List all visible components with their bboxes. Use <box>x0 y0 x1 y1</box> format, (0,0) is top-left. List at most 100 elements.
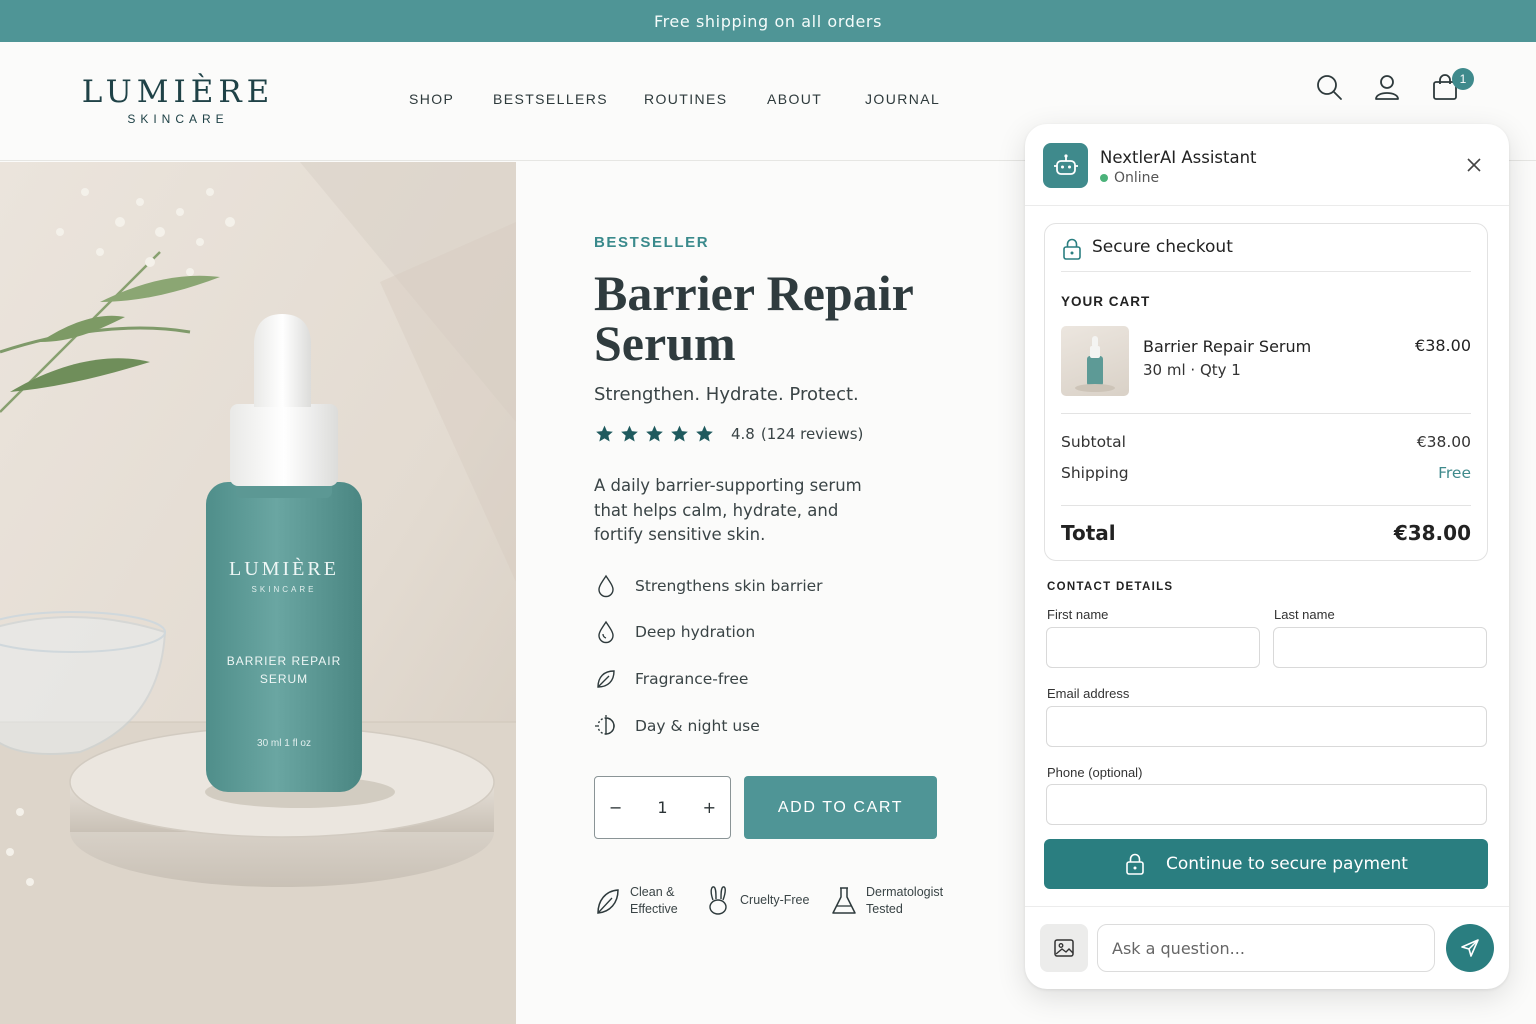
last-name-field[interactable] <box>1273 627 1487 668</box>
brand-logo[interactable]: LUMIÈRE SKINCARE <box>80 74 276 126</box>
continue-to-payment-button[interactable]: Continue to secure payment <box>1044 839 1488 889</box>
trust-label: Clean & Effective <box>630 885 678 916</box>
increase-quantity-button[interactable]: + <box>703 798 716 817</box>
subtotal-label: Subtotal <box>1061 433 1126 451</box>
cart-heading: YOUR CART <box>1061 294 1151 309</box>
phone-field[interactable] <box>1046 784 1487 825</box>
leaf-icon <box>597 670 615 688</box>
cart-count-badge: 1 <box>1452 68 1474 90</box>
feature-label: Deep hydration <box>635 623 756 641</box>
checkout-card: Secure checkout YOUR CART Barrier Repair… <box>1044 223 1488 561</box>
bottle-label-line1: BARRIER REPAIR <box>227 654 341 668</box>
feature-label: Day & night use <box>635 717 760 735</box>
assistant-status: Online <box>1100 170 1159 186</box>
assistant-name: NextlerAI Assistant <box>1100 148 1257 167</box>
subtotal-value: €38.00 <box>1416 433 1471 451</box>
quantity-stepper[interactable]: − 1 + <box>594 776 731 839</box>
shipping-value: Free <box>1438 464 1471 482</box>
star-icon <box>671 425 688 442</box>
nav-shop[interactable]: SHOP <box>409 91 454 107</box>
secure-checkout-title: Secure checkout <box>1092 237 1233 257</box>
star-icon <box>596 425 613 442</box>
send-message-button[interactable] <box>1446 924 1494 972</box>
assistant-avatar <box>1043 143 1088 188</box>
divider <box>1061 505 1471 506</box>
product-kicker: BESTSELLER <box>594 234 710 251</box>
chat-message-input[interactable] <box>1097 924 1435 972</box>
lock-icon <box>1063 238 1081 260</box>
nav-journal[interactable]: JOURNAL <box>865 91 940 107</box>
chat-composer <box>1025 906 1509 989</box>
trust-label: Dermatologist Tested <box>866 885 944 916</box>
online-dot-icon <box>1100 174 1108 182</box>
nav-bestsellers[interactable]: BESTSELLERS <box>493 91 608 107</box>
robot-icon <box>1053 153 1078 175</box>
star-icon <box>621 425 638 442</box>
total-label: Total <box>1061 521 1116 545</box>
decrease-quantity-button[interactable]: − <box>609 798 622 817</box>
attach-image-button[interactable] <box>1040 924 1088 972</box>
product-title: Barrier Repair Serum <box>594 265 913 371</box>
nav-about[interactable]: ABOUT <box>767 91 822 107</box>
trust-badge: Dermatologist Tested <box>830 884 952 918</box>
cart-item-thumbnail <box>1061 326 1129 396</box>
first-name-label: First name <box>1047 607 1109 622</box>
nav-routines[interactable]: ROUTINES <box>644 91 728 107</box>
flask-icon <box>832 887 856 914</box>
email-label: Email address <box>1047 686 1130 701</box>
hydration-drop-icon <box>598 620 614 644</box>
rating-value: 4.8 <box>731 425 755 443</box>
cart-item-meta: 30 ml · Qty 1 <box>1143 361 1241 379</box>
product-rating[interactable]: 4.8 (124 reviews) <box>594 424 863 444</box>
hero-product-image: LUMIÈRE SKINCARE BARRIER REPAIR SERUM 30… <box>0 162 516 1024</box>
account-icon[interactable] <box>1372 72 1402 102</box>
assistant-chat-panel: NextlerAI Assistant Online Secure checko… <box>1025 124 1509 989</box>
star-icon <box>696 425 713 442</box>
search-icon[interactable] <box>1314 72 1344 102</box>
lock-icon <box>1126 853 1144 875</box>
star-icon <box>646 425 663 442</box>
shipping-label: Shipping <box>1061 464 1129 482</box>
first-name-field[interactable] <box>1046 627 1260 668</box>
review-count[interactable]: (124 reviews) <box>761 425 864 443</box>
bottle-label-sub: SKINCARE <box>252 585 317 594</box>
leaf-icon <box>597 889 619 914</box>
status-text: Online <box>1114 170 1160 186</box>
brand-sub: SKINCARE <box>127 112 229 126</box>
announcement-bar: Free shipping on all orders <box>0 0 1536 42</box>
bottle-thumbnail <box>1075 336 1115 392</box>
chat-header: NextlerAI Assistant Online <box>1025 124 1509 206</box>
phone-label: Phone (optional) <box>1047 765 1143 780</box>
total-value: €38.00 <box>1393 521 1471 545</box>
product-tagline: Strengthen. Hydrate. Protect. <box>594 384 859 405</box>
bottle-label-line2: SERUM <box>260 672 308 686</box>
bottle-label-size: 30 ml 1 fl oz <box>257 738 311 749</box>
divider <box>1061 413 1471 414</box>
droplet-icon <box>598 574 614 598</box>
send-icon <box>1461 939 1479 957</box>
secure-checkout-header: Secure checkout <box>1061 237 1471 272</box>
email-field[interactable] <box>1046 706 1487 747</box>
image-icon <box>1054 939 1074 957</box>
trust-label: Cruelty-Free <box>740 892 810 907</box>
product-description: A daily barrier-supporting serum that he… <box>594 476 862 544</box>
close-icon[interactable] <box>1465 156 1483 174</box>
last-name-label: Last name <box>1274 607 1335 622</box>
quantity-value: 1 <box>657 798 668 817</box>
feature-item: Strengthens skin barrier <box>594 574 823 598</box>
hero-illustration: LUMIÈRE SKINCARE BARRIER REPAIR SERUM 30… <box>0 162 516 1024</box>
rabbit-icon <box>709 886 727 915</box>
cart-item-price: €38.00 <box>1415 336 1471 355</box>
add-to-cart-button[interactable]: ADD TO CART <box>744 776 937 839</box>
feature-item: Day & night use <box>594 714 760 738</box>
sun-moon-icon <box>595 715 615 735</box>
bottle-label-brand: LUMIÈRE <box>229 557 339 580</box>
trust-badge: Clean & Effective <box>594 884 686 918</box>
rating-stars <box>594 424 715 444</box>
feature-label: Strengthens skin barrier <box>635 577 823 595</box>
trust-badge: Cruelty-Free <box>704 884 809 916</box>
brand-name: LUMIÈRE <box>81 74 275 110</box>
cart-item-name: Barrier Repair Serum <box>1143 337 1312 356</box>
announcement-text: Free shipping on all orders <box>653 11 883 31</box>
feature-item: Fragrance-free <box>594 667 748 691</box>
